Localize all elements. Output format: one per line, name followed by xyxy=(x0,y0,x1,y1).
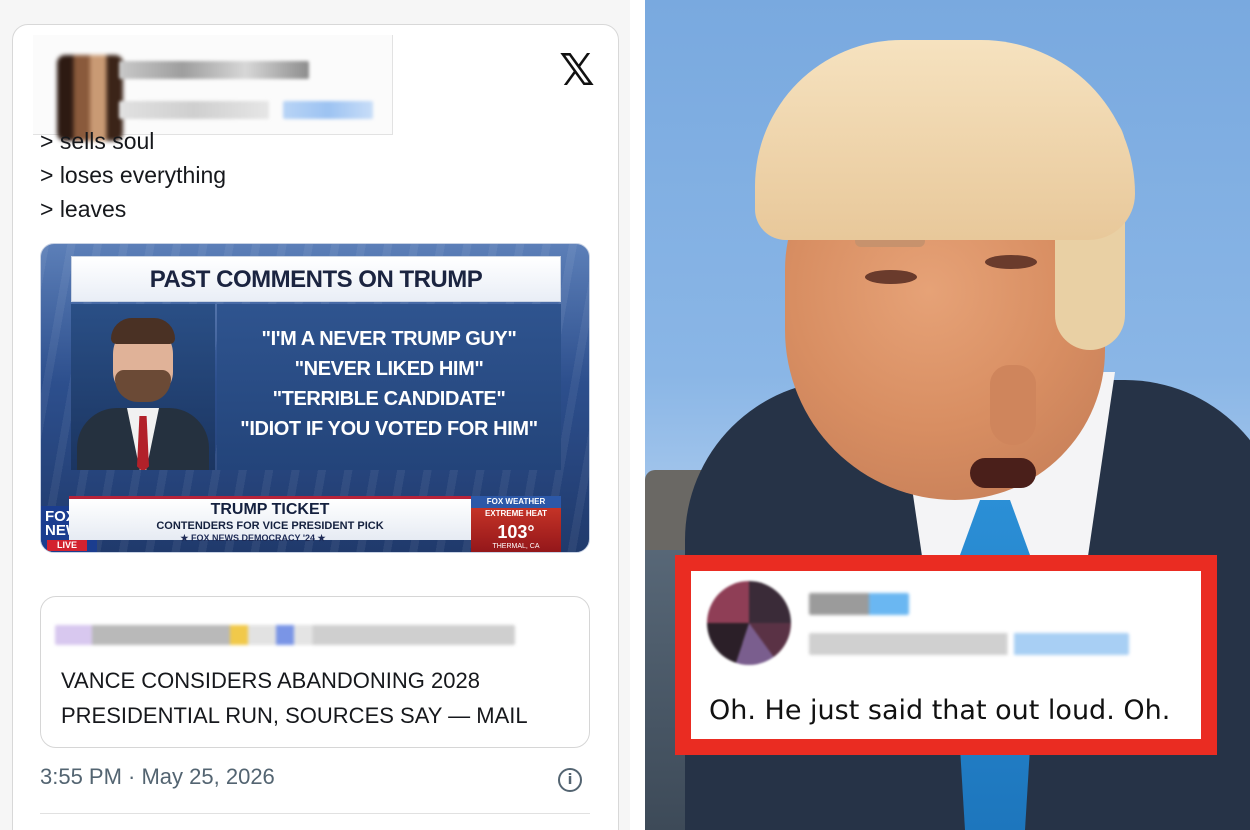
reply-tweet-overlay[interactable]: Oh. He just said that out loud. Oh. xyxy=(675,555,1217,755)
man-nose xyxy=(990,365,1036,445)
quoted-author-blurred xyxy=(55,625,515,645)
man-mouth xyxy=(970,458,1036,488)
left-panel: 𝕏 > sells soul > loses everything > leav… xyxy=(0,0,630,830)
tweet-line: > sells soul xyxy=(40,128,155,154)
follow-link-blurred[interactable] xyxy=(283,101,373,119)
tweet-line: > loses everything xyxy=(40,162,227,188)
tv-quotes-panel: "I'M A NEVER TRUMP GUY" "NEVER LIKED HIM… xyxy=(217,304,561,470)
portrait-beard xyxy=(115,370,171,402)
reply-text: Oh. He just said that out loud. Oh. xyxy=(709,695,1171,726)
tv-title-bar: PAST COMMENTS ON TRUMP xyxy=(71,256,561,302)
quoted-tweet-card[interactable]: VANCE CONSIDERS ABANDONING 2028 PRESIDEN… xyxy=(40,596,590,748)
quoted-tweet-line: PRESIDENTIAL RUN, SOURCES SAY — MAIL xyxy=(61,703,528,728)
tweet-timestamp[interactable]: 3:55 PM · May 25, 2026 xyxy=(40,764,275,790)
tweet-line: > leaves xyxy=(40,196,127,222)
portrait-photo xyxy=(71,304,215,470)
quoted-tweet-line: VANCE CONSIDERS ABANDONING 2028 xyxy=(61,668,480,693)
tv-quote: "TERRIBLE CANDIDATE" xyxy=(272,388,506,410)
tv-quote: "I'M A NEVER TRUMP GUY" xyxy=(261,328,517,350)
author-handle-blurred xyxy=(119,101,269,119)
weather-location: THERMAL, CA xyxy=(492,543,540,550)
weather-temperature: 103° xyxy=(497,522,535,542)
quoted-tweet-text: VANCE CONSIDERS ABANDONING 2028 PRESIDEN… xyxy=(61,663,528,733)
reply-author-blurred xyxy=(809,593,909,615)
page-root: 𝕏 > sells soul > loses everything > leav… xyxy=(0,0,1250,830)
tweet-author-header[interactable] xyxy=(33,35,393,141)
reply-avatar[interactable] xyxy=(707,581,791,665)
portrait-hair xyxy=(111,318,175,344)
tweet-text: > sells soul > loses everything > leaves xyxy=(40,124,226,226)
weather-box: FOX WEATHER EXTREME HEAT 103° THERMAL, C… xyxy=(471,496,561,552)
info-icon[interactable]: i xyxy=(558,768,582,792)
man-eye xyxy=(865,270,917,284)
author-name-blurred[interactable] xyxy=(119,61,309,79)
x-logo-icon[interactable]: 𝕏 xyxy=(553,47,601,95)
lower-third-ticker: ★ FOX NEWS DEMOCRACY '24 ★ xyxy=(180,533,326,543)
reply-handle-blurred xyxy=(809,633,1129,655)
man-eye xyxy=(985,255,1037,269)
divider xyxy=(40,813,590,814)
weather-brand: FOX WEATHER xyxy=(471,496,561,508)
man-hair xyxy=(755,40,1135,240)
tweet-media-image[interactable]: PAST COMMENTS ON TRUMP "I'M A NEVER TRUM… xyxy=(40,243,590,553)
tv-quote: "IDIOT IF YOU VOTED FOR HIM" xyxy=(240,418,538,440)
lower-third: TRUMP TICKET CONTENDERS FOR VICE PRESIDE… xyxy=(69,496,471,543)
tv-title: PAST COMMENTS ON TRUMP xyxy=(149,266,483,293)
lower-third-title: TRUMP TICKET xyxy=(210,501,330,518)
weather-label: EXTREME HEAT xyxy=(484,509,548,518)
lower-third-subtitle: CONTENDERS FOR VICE PRESIDENT PICK xyxy=(156,520,384,532)
live-badge: LIVE xyxy=(47,540,87,551)
tv-quote: "NEVER LIKED HIM" xyxy=(294,358,484,380)
